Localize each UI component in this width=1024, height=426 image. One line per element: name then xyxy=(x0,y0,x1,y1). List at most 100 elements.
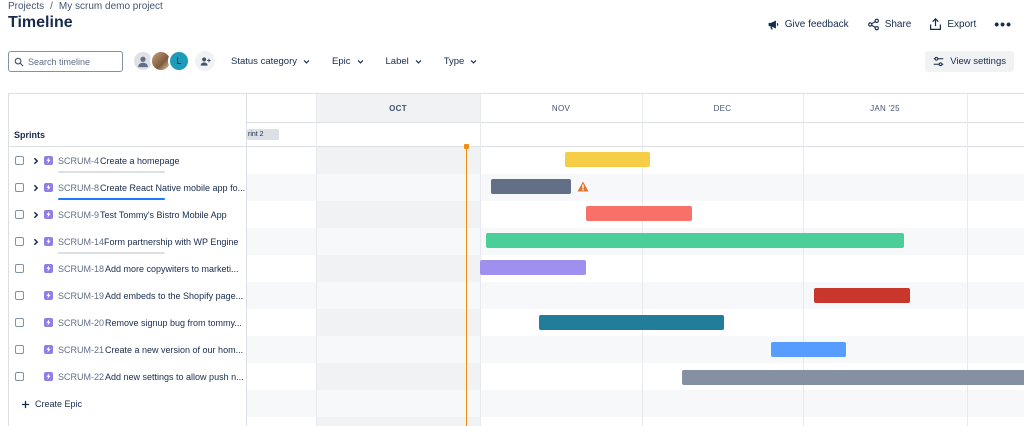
issue-key[interactable]: SCRUM-19 xyxy=(58,291,104,301)
month-divider xyxy=(316,94,317,426)
epic-icon xyxy=(44,372,53,381)
progress-bar xyxy=(58,171,165,173)
issue-key[interactable]: SCRUM-8 xyxy=(58,183,99,193)
row-checkbox[interactable] xyxy=(15,156,24,165)
epic-icon xyxy=(44,345,53,354)
issue-key[interactable]: SCRUM-22 xyxy=(58,372,104,382)
timeline-bar-scrum-8[interactable] xyxy=(491,179,571,194)
issue-summary[interactable]: Form partnership with WP Engine xyxy=(104,237,245,247)
issue-summary[interactable]: Create React Native mobile app fo... xyxy=(100,183,245,193)
timeline-bar-scrum-20[interactable] xyxy=(539,315,724,330)
chevron-right-icon[interactable] xyxy=(32,238,40,246)
row-checkbox[interactable] xyxy=(15,264,24,273)
issue-key[interactable]: SCRUM-9 xyxy=(58,210,99,220)
search-timeline-field[interactable] xyxy=(8,51,123,72)
issue-row[interactable]: SCRUM-14 Form partnership with WP Engine xyxy=(9,228,247,255)
timeline-bar-scrum-21[interactable] xyxy=(771,342,846,357)
row-checkbox[interactable] xyxy=(15,345,24,354)
view-settings-label: View settings xyxy=(950,56,1006,67)
person-icon xyxy=(138,56,148,68)
status-category-filter[interactable]: Status category xyxy=(231,56,310,67)
row-checkbox[interactable] xyxy=(15,291,24,300)
search-input[interactable] xyxy=(28,56,118,67)
epic-icon xyxy=(44,237,53,246)
issue-summary[interactable]: Create a new version of our hom... xyxy=(105,345,245,355)
issue-key[interactable]: SCRUM-14 xyxy=(58,237,104,247)
issue-row[interactable]: SCRUM-4 Create a homepage xyxy=(9,147,247,174)
timeline-bar-scrum-22[interactable] xyxy=(682,370,1024,385)
issue-key[interactable]: SCRUM-4 xyxy=(58,156,99,166)
search-icon xyxy=(14,57,24,66)
issue-summary[interactable]: Add more copywiters to marketi... xyxy=(105,264,245,274)
timeline-bar-scrum-18[interactable] xyxy=(480,260,586,275)
give-feedback-button[interactable]: Give feedback xyxy=(767,18,849,31)
page-title: Timeline xyxy=(8,14,73,31)
month-divider xyxy=(642,94,643,426)
timeline-bar-scrum-9[interactable] xyxy=(586,206,692,221)
epic-filter[interactable]: Epic xyxy=(332,56,363,67)
share-icon xyxy=(867,18,879,30)
top-actions: Give feedback Share Export ••• xyxy=(767,16,1012,32)
export-button[interactable]: Export xyxy=(929,17,977,31)
progress-bar xyxy=(58,252,165,254)
create-epic-button[interactable]: Create Epic xyxy=(21,399,82,409)
issue-key[interactable]: SCRUM-20 xyxy=(58,318,104,328)
label-filter[interactable]: Label xyxy=(386,56,422,67)
issue-row[interactable]: SCRUM-22 Add new settings to allow push … xyxy=(9,363,247,390)
row-checkbox[interactable] xyxy=(15,372,24,381)
month-label-dec: DEC xyxy=(713,104,732,113)
row-checkbox[interactable] xyxy=(15,237,24,246)
issue-row[interactable]: SCRUM-9 Test Tommy's Bistro Mobile App xyxy=(9,201,247,228)
breadcrumb: Projects / My scrum demo project xyxy=(8,1,163,12)
breadcrumb-projects-link[interactable]: Projects xyxy=(8,1,44,12)
row-checkbox[interactable] xyxy=(15,318,24,327)
timeline-bar-scrum-19[interactable] xyxy=(814,288,910,303)
issue-row[interactable]: SCRUM-18 Add more copywiters to marketi.… xyxy=(9,255,247,282)
chevron-right-icon[interactable] xyxy=(32,157,40,165)
issue-summary[interactable]: Create a homepage xyxy=(100,156,245,166)
chevron-down-icon xyxy=(471,60,477,64)
sprint-chip[interactable]: rint 2 xyxy=(247,129,279,140)
type-filter[interactable]: Type xyxy=(444,56,478,67)
today-marker-line xyxy=(466,146,467,426)
epic-icon xyxy=(44,264,53,273)
issue-row[interactable]: SCRUM-21 Create a new version of our hom… xyxy=(9,336,247,363)
chevron-right-icon[interactable] xyxy=(32,211,40,219)
label-label: Label xyxy=(385,56,409,67)
timeline-bar-scrum-4[interactable] xyxy=(565,152,650,167)
more-actions-button[interactable]: ••• xyxy=(994,16,1012,32)
status-category-label: Status category xyxy=(231,56,298,67)
issue-summary[interactable]: Remove signup bug from tommy... xyxy=(105,318,245,328)
month-label-jan: JAN '25 xyxy=(870,104,900,113)
sliders-icon xyxy=(933,56,944,67)
progress-bar xyxy=(58,198,165,200)
issue-row[interactable]: SCRUM-19 Add embeds to the Shopify page.… xyxy=(9,282,247,309)
epic-icon xyxy=(44,210,53,219)
issue-key[interactable]: SCRUM-18 xyxy=(58,264,104,274)
breadcrumb-project-link[interactable]: My scrum demo project xyxy=(59,1,163,12)
issue-summary[interactable]: Test Tommy's Bistro Mobile App xyxy=(100,210,245,220)
type-label: Type xyxy=(443,56,465,67)
issue-row[interactable]: SCRUM-20 Remove signup bug from tommy... xyxy=(9,309,247,336)
issue-list-panel: Sprints SCRUM-4 Create a homepage SCRUM-… xyxy=(9,94,247,426)
issue-summary[interactable]: Add new settings to allow push n... xyxy=(105,372,245,382)
export-label: Export xyxy=(947,18,977,30)
timeline-grid: rint 2 OCT NOV DEC JAN '25 Sprints SCRUM… xyxy=(8,93,1024,426)
share-button[interactable]: Share xyxy=(867,18,911,31)
row-checkbox[interactable] xyxy=(15,183,24,192)
view-settings-button[interactable]: View settings xyxy=(925,51,1014,72)
issue-key[interactable]: SCRUM-21 xyxy=(58,345,104,355)
add-people-button[interactable] xyxy=(195,51,215,71)
create-epic-label: Create Epic xyxy=(35,399,83,409)
issue-summary[interactable]: Add embeds to the Shopify page... xyxy=(105,291,245,301)
export-icon xyxy=(930,17,942,30)
timeline-bar-scrum-14[interactable] xyxy=(486,233,904,248)
avatar-letter[interactable]: L xyxy=(168,50,190,72)
epic-icon xyxy=(44,291,53,300)
plus-icon xyxy=(21,400,30,408)
month-header: OCT NOV DEC JAN '25 xyxy=(247,94,1024,123)
issue-row[interactable]: SCRUM-8 Create React Native mobile app f… xyxy=(9,174,247,201)
row-checkbox[interactable] xyxy=(15,210,24,219)
warning-icon[interactable] xyxy=(577,181,589,192)
chevron-right-icon[interactable] xyxy=(32,184,40,192)
